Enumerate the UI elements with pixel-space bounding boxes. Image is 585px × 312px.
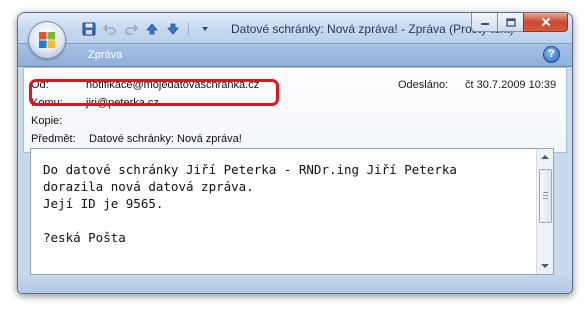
message-line: Do datové schránky Jiří Peterka - RNDr.i…: [43, 162, 457, 177]
minimize-button[interactable]: [471, 13, 498, 32]
subject-row: Předmět: Datové schránky: Nová zpráva!: [24, 131, 566, 147]
window-bottom-frame: [18, 275, 572, 293]
to-value[interactable]: jiri@peterka.cz: [86, 97, 159, 109]
message-body[interactable]: Do datové schránky Jiří Peterka - RNDr.i…: [30, 148, 554, 275]
cc-row: Kopie:: [24, 113, 566, 129]
grip-line: [543, 198, 548, 199]
message-window: Datové schránky: Nová zpráva! - Zpráva (…: [17, 12, 573, 294]
scrollbar-thumb[interactable]: [539, 169, 552, 223]
arrow-up-icon[interactable]: [143, 21, 160, 38]
maximize-button[interactable]: [497, 13, 524, 32]
from-label: Od:: [31, 79, 49, 91]
arrow-down-icon[interactable]: [164, 21, 181, 38]
from-row: Od: notifikace@mojedatovaschranka.cz Ode…: [24, 77, 566, 93]
message-text[interactable]: Do datové schránky Jiří Peterka - RNDr.i…: [43, 161, 457, 246]
message-line: dorazila nová datová zpráva.: [43, 179, 254, 194]
vertical-scrollbar[interactable]: [536, 149, 553, 274]
redo-icon[interactable]: [122, 21, 139, 38]
ribbon: Zpráva ?: [18, 43, 572, 67]
help-icon[interactable]: ?: [543, 46, 560, 63]
undo-icon[interactable]: [101, 21, 118, 38]
office-logo-icon: [39, 32, 55, 48]
to-row: Komu: jiri@peterka.cz: [24, 95, 566, 111]
sent-label: Odesláno:: [398, 79, 449, 91]
quick-access-toolbar: [80, 20, 213, 38]
customize-dropdown-icon[interactable]: [196, 21, 213, 38]
close-button[interactable]: [523, 13, 568, 32]
from-value[interactable]: notifikace@mojedatovaschranka.cz: [86, 79, 259, 91]
grip-line: [543, 192, 548, 193]
subject-value: Datové schránky: Nová zpráva!: [89, 133, 242, 145]
message-line: ?eská Pošta: [43, 230, 126, 245]
scroll-down-icon[interactable]: [537, 258, 553, 274]
office-button[interactable]: [28, 21, 66, 59]
to-label: Komu:: [31, 97, 63, 109]
title-bar[interactable]: Datové schránky: Nová zpráva! - Zpráva (…: [18, 13, 572, 43]
sent-value: čt 30.7.2009 10:39: [465, 79, 557, 91]
scroll-up-icon[interactable]: [537, 149, 553, 165]
window-controls: [471, 13, 568, 32]
save-icon[interactable]: [80, 21, 97, 38]
cc-label: Kopie:: [31, 115, 63, 127]
toolbar-separator: [188, 22, 189, 36]
message-line: Její ID je 9565.: [43, 196, 164, 211]
message-header: Od: notifikace@mojedatovaschranka.cz Ode…: [23, 67, 567, 153]
grip-line: [543, 195, 548, 196]
tab-message[interactable]: Zpráva: [88, 49, 122, 61]
subject-label: Předmět:: [31, 133, 76, 145]
